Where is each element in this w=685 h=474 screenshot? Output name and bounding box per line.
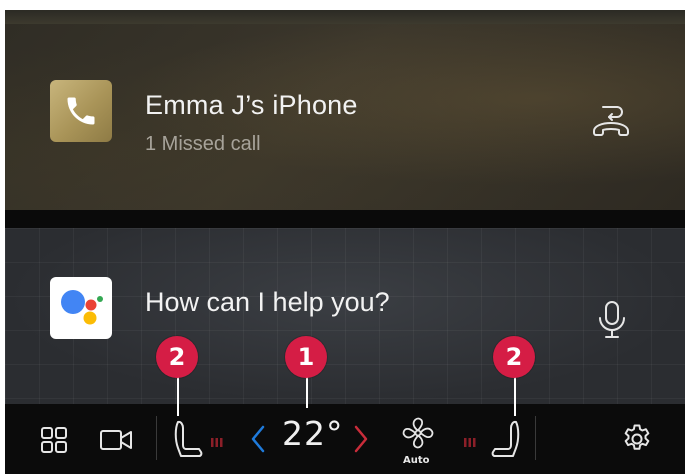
callout-passenger-seat: 2 <box>493 336 535 378</box>
missed-call-status: 1 Missed call <box>145 133 261 155</box>
bar-separator <box>535 416 536 460</box>
temperature-readout[interactable]: 22° <box>282 414 344 453</box>
app-grid-icon[interactable] <box>40 426 68 458</box>
fan-mode-label: Auto <box>403 455 430 466</box>
temp-decrease-icon[interactable] <box>250 424 266 458</box>
infotainment-screen: Emma J’s iPhone 1 Missed call How can I … <box>5 10 685 474</box>
google-assistant-icon[interactable] <box>50 277 112 339</box>
settings-icon[interactable] <box>620 422 654 460</box>
callout-driver-seat: 2 <box>156 336 198 378</box>
missed-call-card[interactable]: Emma J’s iPhone 1 Missed call <box>5 24 685 210</box>
bar-separator <box>156 416 157 460</box>
caller-name: Emma J’s iPhone <box>145 90 358 120</box>
temp-increase-icon[interactable] <box>353 424 369 458</box>
callout-temperature: 1 <box>285 336 327 378</box>
microphone-icon[interactable] <box>597 300 627 340</box>
status-strip <box>5 10 685 24</box>
seat-heat-level-icon <box>463 434 477 453</box>
fan-icon[interactable] <box>401 416 435 454</box>
passenger-seat-icon[interactable] <box>487 418 523 466</box>
driver-seat-icon[interactable] <box>171 418 207 466</box>
camera-icon[interactable] <box>99 428 135 456</box>
phone-icon[interactable] <box>50 80 112 142</box>
climate-bar: 22° Auto <box>5 404 685 474</box>
assistant-card[interactable]: How can I help you? <box>5 228 685 404</box>
card-divider <box>5 210 685 228</box>
assistant-prompt: How can I help you? <box>145 287 390 317</box>
call-back-icon[interactable] <box>589 98 633 142</box>
seat-heat-level-icon <box>210 434 224 453</box>
